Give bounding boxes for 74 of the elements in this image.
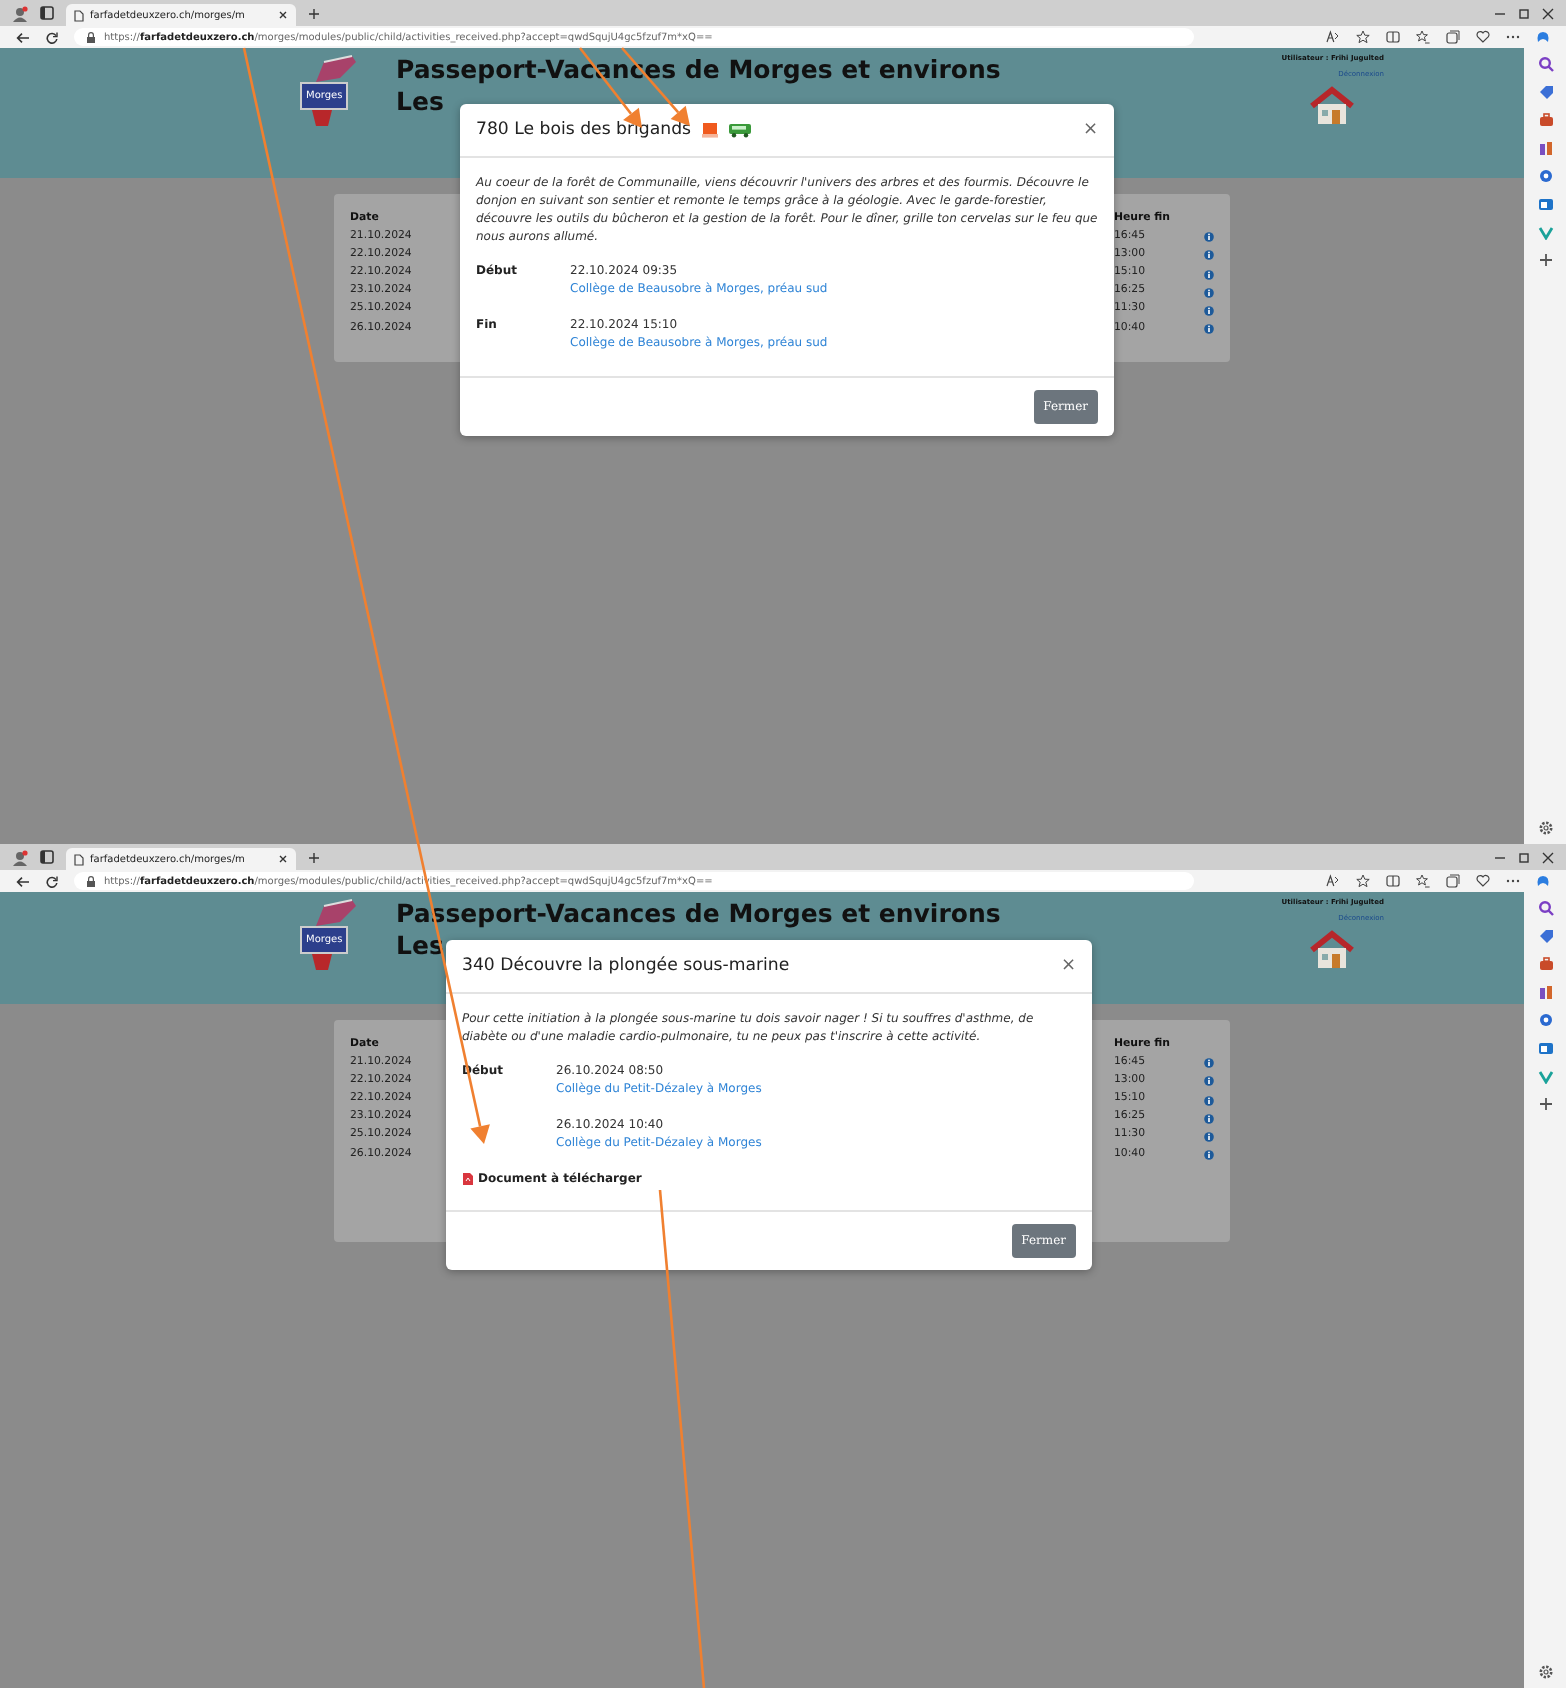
search-icon[interactable] xyxy=(1537,900,1553,916)
monitor-icon xyxy=(701,122,718,138)
copilot-icon[interactable] xyxy=(1536,30,1550,44)
circle-icon[interactable] xyxy=(1537,1012,1553,1028)
info-icon[interactable] xyxy=(1204,1113,1214,1124)
info-icon[interactable] xyxy=(1204,287,1214,298)
add-icon[interactable] xyxy=(308,7,320,19)
close-icon[interactable] xyxy=(278,854,288,864)
tag-icon[interactable] xyxy=(1537,928,1553,944)
favorites-icon[interactable] xyxy=(1416,874,1430,888)
info-icon[interactable] xyxy=(1204,250,1214,261)
info-icon[interactable] xyxy=(1204,324,1214,335)
mail-icon[interactable] xyxy=(1537,196,1553,212)
briefcase-icon[interactable] xyxy=(1537,956,1553,972)
bus-icon xyxy=(727,122,752,138)
page-icon xyxy=(74,853,84,865)
split-screen-icon[interactable] xyxy=(1386,874,1400,888)
split-screen-icon[interactable] xyxy=(1386,30,1400,44)
page-icon xyxy=(74,9,84,21)
favorites-icon[interactable] xyxy=(1416,30,1430,44)
copilot-icon[interactable] xyxy=(1536,874,1550,888)
back-icon[interactable] xyxy=(16,31,30,43)
lock-icon xyxy=(86,31,96,43)
back-icon[interactable] xyxy=(16,875,30,887)
refresh-icon[interactable] xyxy=(46,31,58,43)
star-icon[interactable] xyxy=(1356,30,1370,44)
info-icon[interactable] xyxy=(1204,1131,1214,1142)
profile-icon[interactable] xyxy=(12,849,28,865)
close-icon[interactable] xyxy=(1542,851,1554,863)
add-icon[interactable] xyxy=(1537,1096,1553,1112)
house-icon[interactable] xyxy=(1308,86,1357,126)
refresh-icon[interactable] xyxy=(46,875,58,887)
briefcase-icon[interactable] xyxy=(1537,112,1553,128)
more-icon[interactable] xyxy=(1506,874,1520,888)
minimize-icon[interactable] xyxy=(1494,7,1506,19)
more-icon[interactable] xyxy=(1506,30,1520,44)
circle-icon[interactable] xyxy=(1537,168,1553,184)
mail-icon[interactable] xyxy=(1537,1040,1553,1056)
close-icon[interactable] xyxy=(1542,7,1554,19)
restore-icon[interactable] xyxy=(1518,851,1530,863)
info-icon[interactable] xyxy=(1204,305,1214,316)
close-button[interactable]: × xyxy=(1060,957,1076,975)
close-button[interactable]: × xyxy=(1082,121,1098,139)
info-icon[interactable] xyxy=(1204,269,1214,280)
info-icon[interactable] xyxy=(1204,1095,1214,1106)
collections-icon[interactable] xyxy=(1446,874,1460,888)
search-icon[interactable] xyxy=(1537,56,1553,72)
heart-icon[interactable] xyxy=(1476,30,1490,44)
heart-icon[interactable] xyxy=(1476,874,1490,888)
info-icon[interactable] xyxy=(1204,1058,1214,1069)
tab-actions-icon[interactable] xyxy=(40,6,54,20)
read-aloud-icon[interactable] xyxy=(1326,874,1340,888)
info-icon[interactable] xyxy=(1204,1150,1214,1161)
modal-title: 340 Découvre la plongée sous-marine xyxy=(462,956,790,976)
pdf-file-icon[interactable] xyxy=(462,1172,474,1186)
house-icon[interactable] xyxy=(1308,930,1357,970)
tag-icon[interactable] xyxy=(1537,84,1553,100)
settings-icon[interactable] xyxy=(1537,1664,1553,1680)
star-icon[interactable] xyxy=(1356,874,1370,888)
add-icon[interactable] xyxy=(308,851,320,863)
read-aloud-icon[interactable] xyxy=(1326,30,1340,44)
settings-icon[interactable] xyxy=(1537,820,1553,836)
info-icon[interactable] xyxy=(1204,1076,1214,1087)
modal-title: 780 Le bois des brigands xyxy=(476,120,692,140)
minimize-icon[interactable] xyxy=(1494,851,1506,863)
info-icon[interactable] xyxy=(1204,232,1214,243)
restore-icon[interactable] xyxy=(1518,7,1530,19)
collections-icon[interactable] xyxy=(1446,30,1460,44)
close-icon[interactable] xyxy=(278,10,288,20)
add-icon[interactable] xyxy=(1537,252,1553,268)
profile-icon[interactable] xyxy=(12,5,28,21)
tab-actions-icon[interactable] xyxy=(40,850,54,864)
lock-icon xyxy=(86,875,96,887)
site-subtitle: Les xyxy=(396,84,444,118)
